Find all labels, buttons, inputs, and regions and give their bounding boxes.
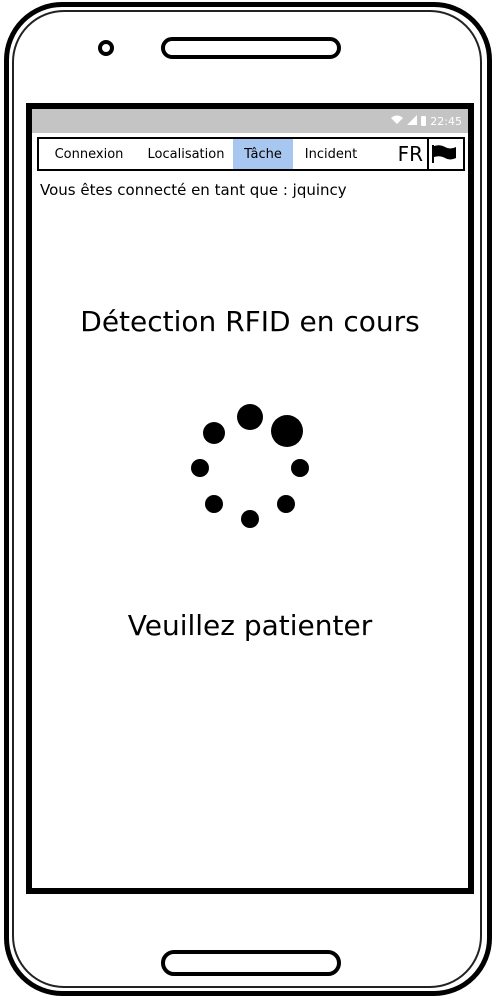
language-code: FR	[397, 142, 423, 166]
home-button[interactable]	[161, 950, 341, 976]
signal-icon	[407, 115, 418, 127]
loading-spinner-icon	[180, 399, 320, 539]
battery-icon	[421, 116, 427, 126]
flag-icon[interactable]	[427, 139, 459, 169]
tab-incident[interactable]: Incident	[293, 139, 369, 169]
tab-connexion[interactable]: Connexion	[39, 139, 139, 169]
status-bar: 22:45	[32, 109, 468, 133]
tab-localisation[interactable]: Localisation	[139, 139, 233, 169]
top-nav: Connexion Localisation Tâche Incident FR	[37, 137, 465, 171]
page-title: Détection RFID en cours	[80, 305, 420, 338]
camera-icon	[98, 40, 114, 56]
wait-message: Veuillez patienter	[127, 609, 373, 642]
phone-mockup: 22:45 Connexion Localisation Tâche Incid…	[0, 0, 500, 1000]
connected-user-text: Vous êtes connecté en tant que : jquincy	[40, 181, 347, 199]
status-time: 22:45	[430, 114, 462, 128]
wifi-icon	[391, 115, 404, 127]
speaker-grille	[161, 37, 341, 59]
screen: 22:45 Connexion Localisation Tâche Incid…	[26, 103, 474, 894]
language-selector[interactable]: FR	[398, 139, 463, 169]
tab-tache[interactable]: Tâche	[233, 139, 293, 169]
